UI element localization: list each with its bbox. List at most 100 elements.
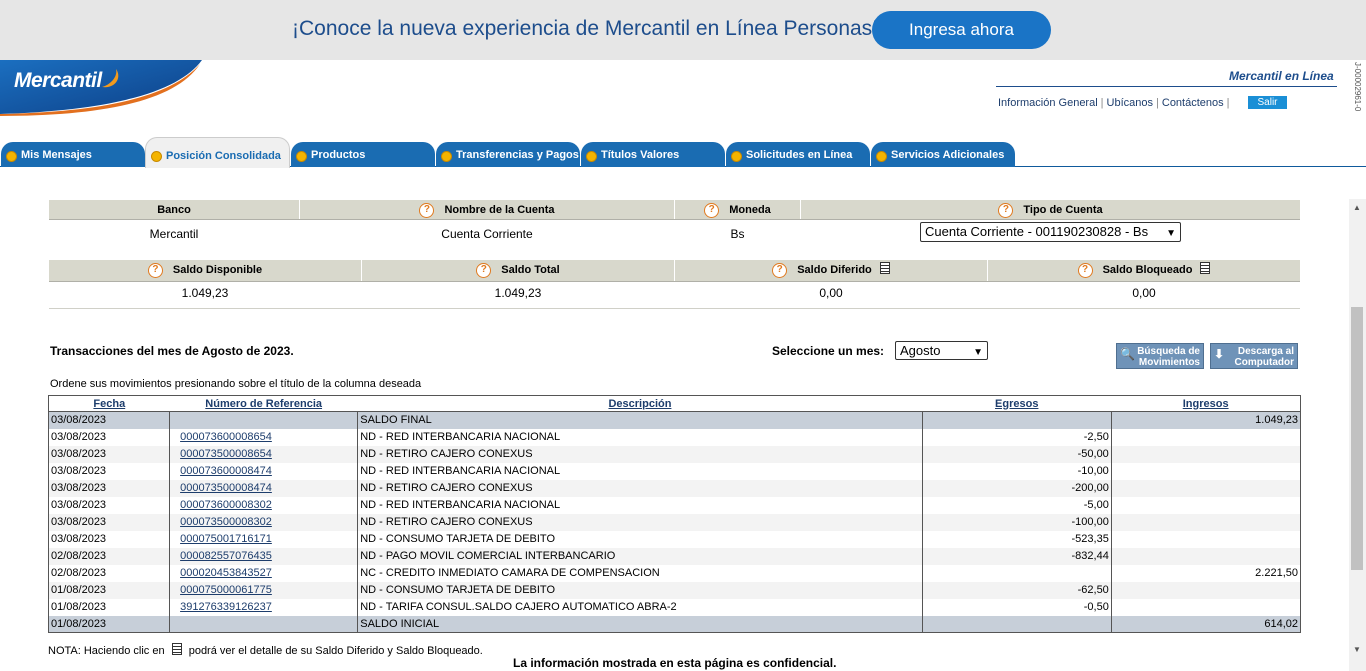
reference-link[interactable]: 000075000061775 bbox=[172, 584, 272, 596]
tab-bullet-icon bbox=[876, 151, 887, 162]
header-label: Nombre de la Cuenta bbox=[444, 204, 555, 216]
transactions-body: 03/08/2023 SALDO FINAL 1.049,23 03/08/2023 0… bbox=[47, 411, 1302, 633]
cell-referencia: 000082557076435 bbox=[169, 547, 359, 565]
reference-link[interactable] bbox=[172, 414, 180, 426]
cell-fecha: 01/08/2023 bbox=[47, 615, 171, 633]
button-label: Descarga al Computador bbox=[1234, 346, 1294, 368]
detail-document-icon[interactable] bbox=[879, 262, 890, 274]
transactions-table: Fecha Número de Referencia Descripción E… bbox=[47, 395, 1302, 633]
header-banco: Banco bbox=[49, 200, 299, 219]
cell-descripcion: ND - PAGO MOVIL COMERCIAL INTERBANCARIO bbox=[357, 547, 923, 565]
cell-egresos: -832,44 bbox=[921, 547, 1112, 565]
tipo-cuenta-select[interactable]: Cuenta Corriente - 001190230828 - Bs ▼ bbox=[920, 222, 1181, 242]
table-row: 03/08/2023 000073600008302 ND - RED INTERB… bbox=[47, 496, 1302, 514]
descarga-computador-button[interactable]: ⬇ Descarga al Computador bbox=[1210, 343, 1298, 369]
reference-link[interactable]: 000073500008474 bbox=[172, 482, 272, 494]
cell-ingresos bbox=[1110, 547, 1302, 565]
help-icon[interactable]: ? bbox=[704, 202, 720, 218]
cell-descripcion: ND - RETIRO CAJERO CONEXUS bbox=[357, 479, 923, 497]
tab-label: Posición Consolidada bbox=[166, 150, 281, 162]
scroll-down-icon[interactable]: ▼ bbox=[1353, 645, 1361, 654]
contactenos-link[interactable]: Contáctenos bbox=[1162, 97, 1224, 109]
title-divider bbox=[996, 86, 1337, 87]
cell-fecha: 03/08/2023 bbox=[47, 496, 171, 514]
help-icon[interactable]: ? bbox=[476, 262, 492, 278]
header-label: Banco bbox=[157, 204, 191, 216]
reference-link[interactable]: 000073500008302 bbox=[172, 516, 272, 528]
col-egresos[interactable]: Egresos bbox=[922, 395, 1112, 412]
banner-text: ¡Conoce la nueva experiencia de Mercanti… bbox=[292, 17, 879, 40]
page-scrollbar[interactable]: ▲ ▼ bbox=[1349, 199, 1366, 671]
tab-label: Mis Mensajes bbox=[21, 149, 92, 161]
tab-label: Productos bbox=[311, 149, 366, 161]
ingresa-ahora-button[interactable]: Ingresa ahora bbox=[872, 11, 1051, 49]
reference-link[interactable]: 000082557076435 bbox=[172, 550, 272, 562]
help-icon[interactable]: ? bbox=[1077, 262, 1093, 278]
header-saldo-disponible: ? Saldo Disponible bbox=[49, 260, 361, 281]
cell-egresos: -200,00 bbox=[921, 479, 1112, 497]
cell-referencia: 000020453843527 bbox=[169, 564, 359, 582]
col-fecha[interactable]: Fecha bbox=[48, 395, 170, 412]
banco-value: Mercantil bbox=[149, 227, 199, 241]
col-descripcion[interactable]: Descripción bbox=[357, 395, 923, 412]
tab-bullet-icon bbox=[151, 151, 162, 162]
divider bbox=[49, 281, 1300, 282]
divider bbox=[49, 219, 1300, 220]
cell-referencia: 391276339126237 bbox=[169, 598, 359, 616]
reference-link[interactable]: 000073600008654 bbox=[172, 431, 272, 443]
reference-link[interactable]: 000073600008474 bbox=[172, 465, 272, 477]
cell-referencia bbox=[169, 411, 359, 429]
cell-ingresos: 1.049,23 bbox=[1110, 411, 1302, 429]
cell-fecha: 03/08/2023 bbox=[47, 445, 171, 463]
tab-servicios-adicionales[interactable]: Servicios Adicionales bbox=[871, 142, 1015, 167]
tab-titulos-valores[interactable]: Títulos Valores bbox=[581, 142, 725, 167]
reference-link[interactable]: 391276339126237 bbox=[172, 601, 272, 613]
reference-link[interactable]: 000020453843527 bbox=[172, 567, 272, 579]
tab-productos[interactable]: Productos bbox=[291, 142, 435, 167]
ubicanos-link[interactable]: Ubícanos bbox=[1107, 97, 1153, 109]
table-row: 03/08/2023 SALDO FINAL 1.049,23 bbox=[47, 411, 1302, 429]
saldo-diferido-value: 0,00 bbox=[819, 286, 843, 300]
cell-egresos: -0,50 bbox=[921, 598, 1112, 616]
scroll-thumb[interactable] bbox=[1351, 307, 1363, 570]
top-links: Información General | Ubícanos | Contáctenos… bbox=[998, 97, 1230, 109]
reference-link[interactable]: 000073500008654 bbox=[172, 448, 272, 460]
salir-button[interactable]: Salir bbox=[1248, 96, 1287, 109]
reference-link[interactable] bbox=[172, 618, 180, 630]
table-row: 03/08/2023 000073600008654 ND - RED INTERB… bbox=[47, 428, 1302, 446]
month-label: Seleccione un mes: bbox=[772, 344, 885, 358]
tab-mis-mensajes[interactable]: Mis Mensajes bbox=[1, 142, 145, 167]
tab-transferencias-pagos[interactable]: Transferencias y Pagos bbox=[436, 142, 580, 167]
tab-label: Transferencias y Pagos bbox=[456, 149, 579, 161]
info-general-link[interactable]: Información General bbox=[998, 97, 1098, 109]
help-icon[interactable]: ? bbox=[772, 262, 788, 278]
tab-bullet-icon bbox=[296, 151, 307, 162]
reference-link[interactable]: 000075001716171 bbox=[172, 533, 272, 545]
table-row: 01/08/2023 SALDO INICIAL 614,02 bbox=[47, 615, 1302, 633]
month-select[interactable]: Agosto ▼ bbox=[895, 341, 988, 360]
help-icon[interactable]: ? bbox=[419, 202, 435, 218]
reference-link[interactable]: 000073600008302 bbox=[172, 499, 272, 511]
logo[interactable]: Mercantil bbox=[0, 60, 210, 116]
tab-solicitudes-linea[interactable]: Solicitudes en Línea bbox=[726, 142, 870, 167]
logo-swoosh-icon bbox=[102, 69, 119, 88]
help-icon[interactable]: ? bbox=[998, 202, 1014, 218]
tab-posicion-consolidada[interactable]: Posición Consolidada bbox=[145, 137, 290, 168]
header-nombre-cuenta: ? Nombre de la Cuenta bbox=[300, 200, 674, 219]
cell-descripcion: ND - RETIRO CAJERO CONEXUS bbox=[357, 513, 923, 531]
cell-descripcion: NC - CREDITO INMEDIATO CAMARA DE COMPENS… bbox=[357, 564, 923, 582]
cell-ingresos: 614,02 bbox=[1110, 615, 1302, 633]
help-icon[interactable]: ? bbox=[147, 262, 163, 278]
tab-label: Solicitudes en Línea bbox=[746, 149, 853, 161]
cell-referencia bbox=[169, 615, 359, 633]
detail-document-icon[interactable] bbox=[1200, 262, 1211, 274]
col-ingresos[interactable]: Ingresos bbox=[1111, 395, 1301, 412]
col-referencia[interactable]: Número de Referencia bbox=[169, 395, 358, 412]
header-label: Tipo de Cuenta bbox=[1023, 204, 1103, 216]
divider bbox=[49, 308, 1300, 309]
header-tipo-cuenta: ? Tipo de Cuenta bbox=[801, 200, 1300, 219]
scroll-up-icon[interactable]: ▲ bbox=[1353, 203, 1361, 212]
cell-egresos bbox=[921, 615, 1112, 633]
busqueda-movimientos-button[interactable]: 🔍 Búsqueda de Movimientos bbox=[1116, 343, 1204, 369]
header-saldo-total: ? Saldo Total bbox=[362, 260, 674, 281]
